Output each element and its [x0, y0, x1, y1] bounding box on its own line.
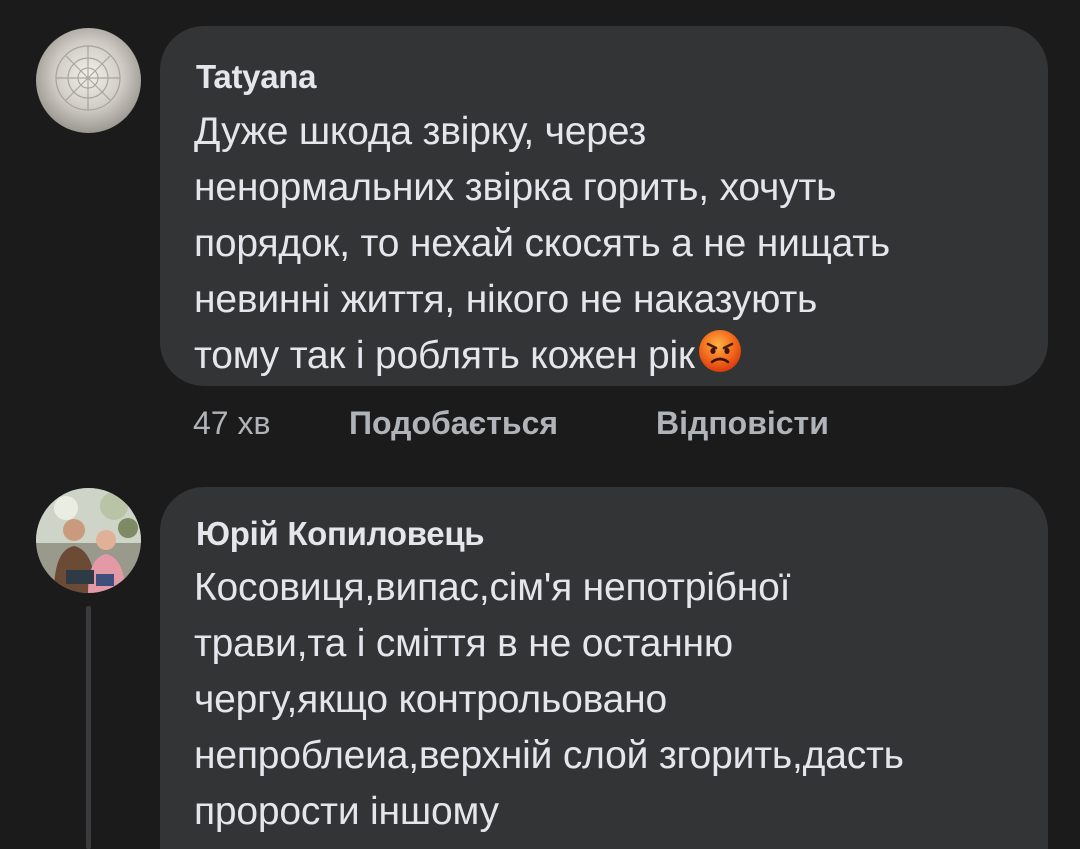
- comment-text-line: Косовиця,випас,сім'я непотрібної: [194, 566, 791, 609]
- comment-text-line: ненормальних звірка горить, хочуть: [194, 166, 837, 209]
- comment-text-line: трави,та і сміття в не останню: [194, 622, 733, 665]
- comment-bubble: Tatyana Дуже шкода звірку, через ненорма…: [160, 26, 1048, 386]
- angry-face-emoji: [698, 330, 741, 372]
- like-button[interactable]: Подобається: [349, 405, 558, 442]
- avatar-image: [36, 28, 141, 133]
- comment-timestamp[interactable]: 47 хв: [193, 405, 270, 442]
- reply-thread-line: [86, 606, 91, 849]
- comment-text: Дуже шкода звірку, через ненормальних зв…: [194, 104, 890, 384]
- comment-bubble: Юрій Копиловець Косовиця,випас,сім'я неп…: [160, 487, 1048, 849]
- reply-button[interactable]: Відповісти: [656, 405, 829, 442]
- comment-text-line: порядок, то нехай скосять а не нищать: [194, 222, 890, 265]
- comment-text-line: прорости іншому: [194, 790, 499, 833]
- comment-author[interactable]: Tatyana: [196, 58, 316, 96]
- avatar[interactable]: [36, 488, 141, 593]
- comments-screen: Tatyana Дуже шкода звірку, через ненорма…: [0, 0, 1080, 849]
- comment-text-line: непроблеиа,верхній слой згорить,дасть: [194, 734, 904, 777]
- comment-text: Косовиця,випас,сім'я непотрібної трави,т…: [194, 560, 904, 840]
- comment-text-line: невинні життя, нікого не наказують: [194, 278, 818, 321]
- comment-text-line: Дуже шкода звірку, через: [194, 110, 647, 153]
- comment-author[interactable]: Юрій Копиловець: [196, 515, 485, 553]
- comment-text-line: чергу,якщо контрольовано: [194, 678, 667, 721]
- avatar[interactable]: [36, 28, 141, 133]
- avatar-image: [36, 488, 141, 593]
- comment-text-line: тому так і роблять кожен рік: [194, 334, 695, 377]
